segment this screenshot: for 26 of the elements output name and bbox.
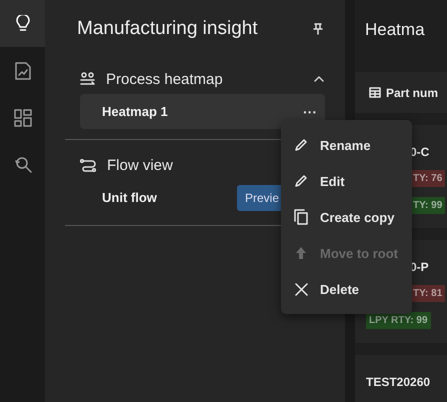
section-header[interactable]: Process heatmap: [106, 70, 299, 88]
page-title: Heatma: [364, 19, 426, 41]
pencil-icon: [294, 138, 308, 152]
panel-title: Manufacturing insight: [77, 18, 259, 40]
process-icon: [80, 72, 96, 86]
status-badge: TY: 76: [410, 170, 446, 187]
chart-document-icon: [14, 60, 32, 80]
list-item[interactable]: Heatmap 1 ···: [80, 94, 325, 129]
status-badge: LPY RTY: 99: [366, 312, 431, 329]
copy-icon: [294, 209, 308, 225]
status-badge: TY: 81: [410, 285, 446, 302]
pencil-icon: [294, 174, 308, 188]
menu-item[interactable]: Delete: [281, 271, 412, 307]
up-arrow-icon: [294, 246, 308, 260]
pin-icon[interactable]: [313, 23, 323, 35]
card-title: TEST20260: [366, 375, 432, 389]
close-icon: [294, 282, 308, 296]
table-icon: [369, 87, 381, 98]
filter-button[interactable]: Part num: [355, 72, 447, 113]
menu-item[interactable]: Rename: [281, 127, 412, 163]
status-badge: TY: 99: [410, 197, 446, 214]
search-icon: [12, 154, 32, 174]
dashboard-icon: [14, 108, 32, 126]
more-button[interactable]: ···: [295, 104, 325, 120]
lightbulb-icon: [14, 14, 30, 32]
flow-icon: [80, 158, 97, 172]
